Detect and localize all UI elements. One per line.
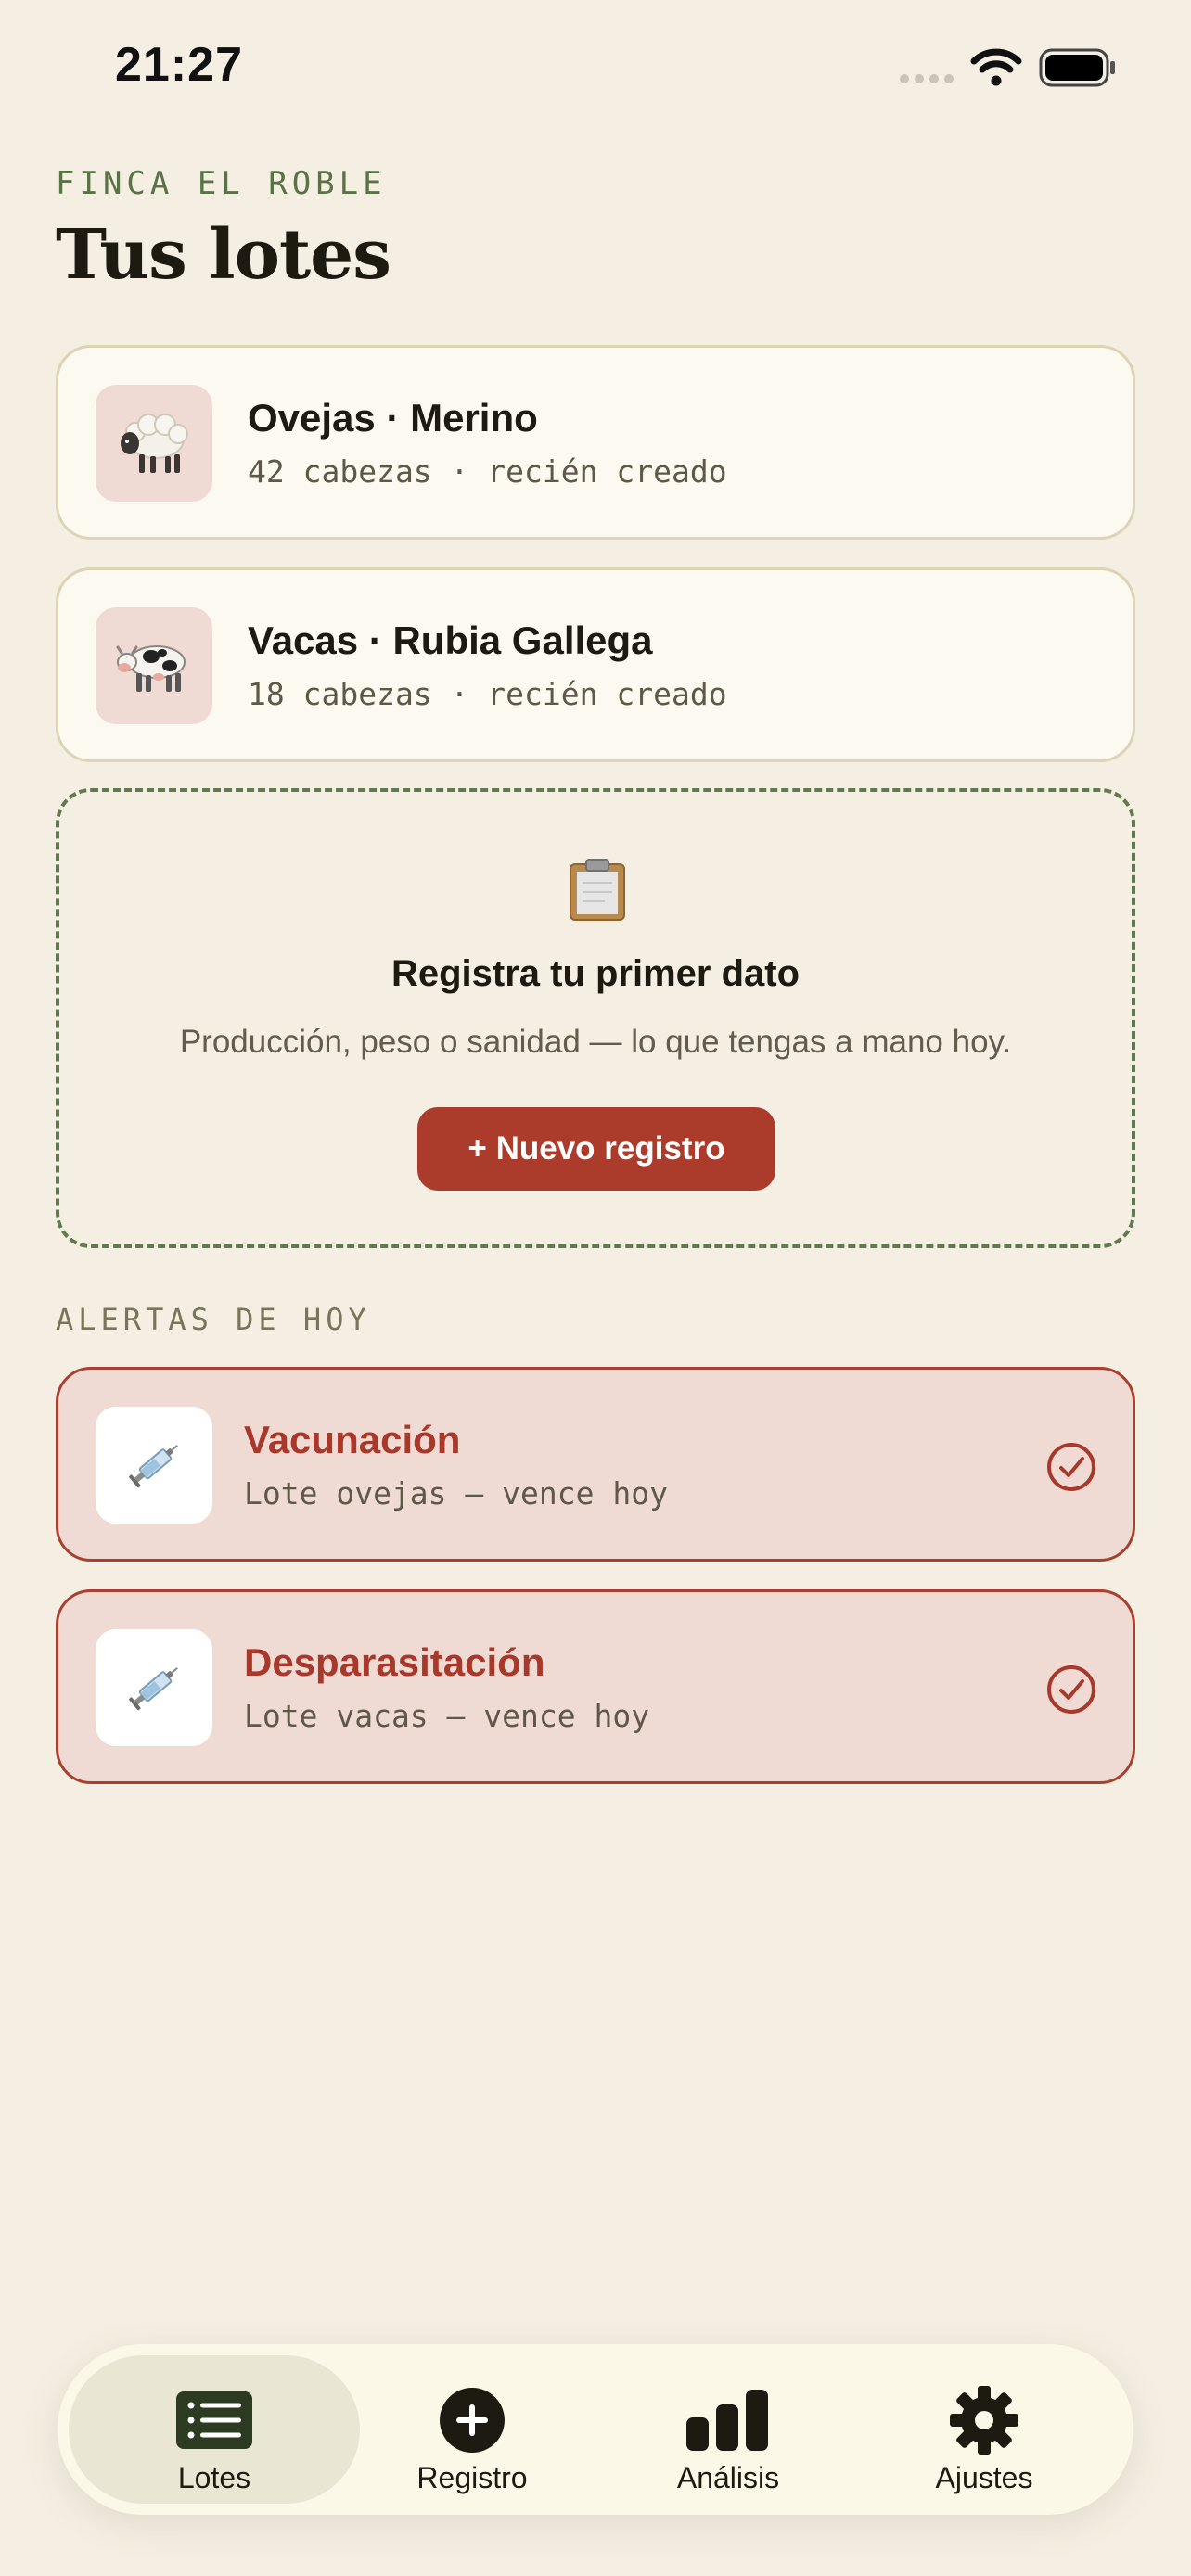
- tab-label: Ajustes: [935, 2461, 1033, 2494]
- wifi-icon: [970, 48, 1022, 86]
- alert-card-vacunacion[interactable]: Vacunación Lote ovejas — vence hoy: [56, 1367, 1135, 1562]
- herd-meta: 18 cabezas · recién creado: [248, 676, 727, 712]
- tab-label: Registro: [416, 2461, 528, 2494]
- farm-name: FINCA EL ROBLE: [56, 165, 387, 202]
- tab-ajustes[interactable]: Ajustes: [839, 2355, 1130, 2504]
- page-title: Tus lotes: [56, 215, 391, 295]
- herd-name: Ovejas · Merino: [248, 396, 538, 440]
- gear-icon: [950, 2386, 1018, 2455]
- syringe-icon: [96, 1629, 212, 1746]
- alert-meta: Lote vacas — vence hoy: [244, 1698, 650, 1734]
- alerts-section-label: ALERTAS DE HOY: [56, 1302, 371, 1337]
- check-circle-icon[interactable]: [1045, 1664, 1097, 1715]
- tab-registro[interactable]: Registro: [327, 2355, 618, 2504]
- alert-meta: Lote ovejas — vence hoy: [244, 1475, 668, 1511]
- new-record-button[interactable]: + Nuevo registro: [417, 1107, 775, 1191]
- cellular-signal-icon: [900, 74, 954, 83]
- check-circle-icon[interactable]: [1045, 1441, 1097, 1493]
- plus-circle-icon: [440, 2388, 505, 2453]
- herd-name: Vacas · Rubia Gallega: [248, 618, 653, 662]
- herd-meta: 42 cabezas · recién creado: [248, 453, 727, 490]
- empty-state-card: Registra tu primer dato Producción, peso…: [56, 788, 1135, 1248]
- cow-icon: [96, 607, 212, 724]
- alert-card-desparasitacion[interactable]: Desparasitación Lote vacas — vence hoy: [56, 1589, 1135, 1784]
- tab-label: Lotes: [177, 2461, 251, 2494]
- alert-title: Desparasitación: [244, 1640, 545, 1684]
- empty-state-title: Registra tu primer dato: [391, 953, 800, 994]
- herd-card-ovejas[interactable]: Ovejas · Merino 42 cabezas · recién crea…: [56, 345, 1135, 540]
- tab-analisis[interactable]: Análisis: [583, 2355, 874, 2504]
- alert-title: Vacunación: [244, 1418, 461, 1461]
- list-icon: [176, 2391, 252, 2449]
- tab-label: Análisis: [676, 2461, 780, 2494]
- bar-chart-icon: [686, 2390, 768, 2451]
- empty-state-description: Producción, peso o sanidad — lo que teng…: [179, 1024, 1012, 1060]
- sheep-icon: [96, 385, 212, 502]
- clipboard-icon: [570, 859, 625, 921]
- tab-lotes[interactable]: Lotes: [69, 2355, 360, 2504]
- status-time: 21:27: [115, 38, 243, 92]
- battery-icon: [1039, 48, 1115, 87]
- herd-card-vacas[interactable]: Vacas · Rubia Gallega 18 cabezas · recié…: [56, 567, 1135, 762]
- screen: 21:27 FINCA EL ROBLE Tus lotes Ovejas · …: [0, 0, 1191, 2576]
- tab-bar: Lotes Registro Análisis Ajustes: [58, 2344, 1133, 2515]
- syringe-icon: [96, 1407, 212, 1524]
